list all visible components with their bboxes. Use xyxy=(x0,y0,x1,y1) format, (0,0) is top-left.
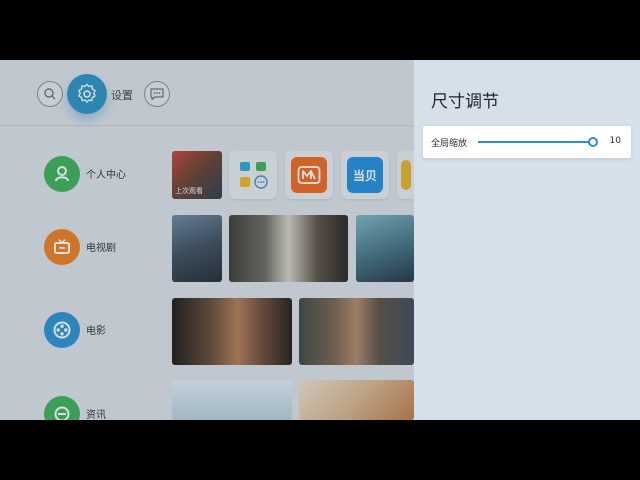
sidebar-item-label: 电影 xyxy=(86,326,106,337)
tv-icon xyxy=(44,229,80,265)
sidebar-item-label: 资讯 xyxy=(86,410,106,420)
app-folder-tile[interactable] xyxy=(229,151,277,199)
tv-screen: 设置 个人中心 电视剧 电影 资讯 上次观看 当贝 尺寸调节 全局缩放 10 xyxy=(0,60,640,420)
history-caption: 上次观看 xyxy=(175,187,203,195)
partial-app-tile[interactable] xyxy=(397,151,414,199)
app-icon-partial xyxy=(400,160,411,190)
sidebar-item-personal-center[interactable]: 个人中心 xyxy=(44,156,154,196)
poster-tile[interactable] xyxy=(172,380,292,420)
mango-tv-app-tile[interactable] xyxy=(285,151,333,199)
slider-value: 10 xyxy=(609,136,621,146)
letterbox-bottom xyxy=(0,420,640,480)
scale-slider-fill xyxy=(478,141,593,143)
user-icon xyxy=(44,156,80,192)
sidebar-item-label: 电视剧 xyxy=(86,243,116,254)
letterbox-top xyxy=(0,0,640,60)
scale-slider-thumb[interactable] xyxy=(588,137,598,147)
gear-icon xyxy=(78,83,96,103)
sidebar-item-news[interactable]: 资讯 xyxy=(44,396,154,420)
size-adjust-panel: 尺寸调节 全局缩放 10 xyxy=(414,60,640,420)
poster-tile[interactable] xyxy=(229,215,348,282)
mango-tv-icon xyxy=(291,157,327,193)
slider-label: 全局缩放 xyxy=(431,139,468,149)
chat-bubble-icon xyxy=(150,88,164,101)
poster-tile[interactable] xyxy=(172,298,292,365)
search-button[interactable] xyxy=(37,81,63,107)
scale-slider-track[interactable] xyxy=(478,141,593,143)
poster-tile[interactable] xyxy=(299,298,414,365)
message-button[interactable] xyxy=(144,81,170,107)
film-reel-icon xyxy=(44,312,80,348)
settings-button[interactable] xyxy=(67,74,107,114)
top-bar: 设置 xyxy=(0,60,414,126)
dangbei-icon: 当贝 xyxy=(347,157,383,193)
search-icon xyxy=(44,88,56,100)
dangbei-label: 当贝 xyxy=(352,168,377,183)
sidebar-item-label: 个人中心 xyxy=(86,170,126,181)
sidebar-item-tv-series[interactable]: 电视剧 xyxy=(44,229,154,269)
sidebar-item-movies[interactable]: 电影 xyxy=(44,312,154,352)
app-grid-icon xyxy=(240,162,268,189)
news-icon xyxy=(44,396,80,420)
poster-tile[interactable] xyxy=(172,215,222,282)
poster-tile[interactable] xyxy=(299,380,414,420)
poster-tile[interactable] xyxy=(356,215,414,282)
panel-title: 尺寸调节 xyxy=(431,92,499,112)
history-tile[interactable]: 上次观看 xyxy=(172,151,222,199)
global-scale-setting[interactable]: 全局缩放 10 xyxy=(423,126,631,158)
dangbei-app-tile[interactable]: 当贝 xyxy=(341,151,389,199)
settings-label: 设置 xyxy=(111,89,133,102)
